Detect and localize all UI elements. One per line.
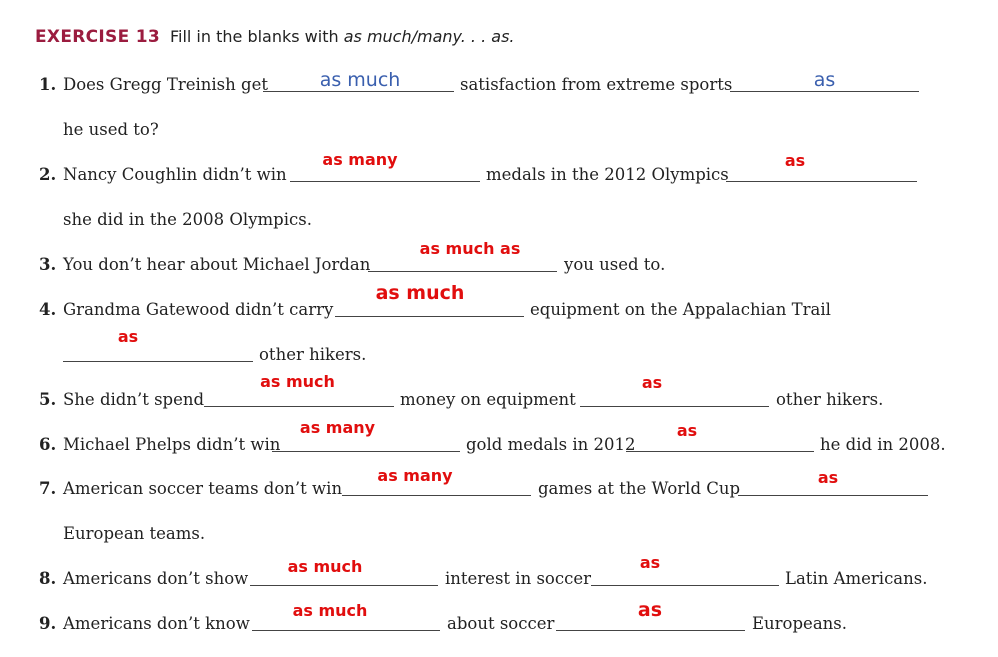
answer-6a: as many [299,418,376,437]
item-text-b: equipment on the Appalachian Trail [530,300,831,319]
item-number: 6. [39,435,57,454]
answer-1a: as much [319,69,401,91]
answer-7b: as [817,468,839,487]
item-text-a: Americans don’t know [63,614,250,633]
answer-4a: as much [375,282,465,304]
item-text-c: other hikers. [776,390,884,409]
item-text-cont: European teams. [63,524,206,543]
item-7-continuation: European teams. [0,521,998,547]
answer-1b: as [813,69,836,91]
answer-2a: as many [322,150,398,169]
answer-6b: as [676,421,698,440]
item-4-continuation: other hikers. [0,342,998,368]
exercise-instruction: Fill in the blanks with as much/many. . … [170,27,515,46]
exercise-heading: EXERCISE 13 Fill in the blanks with as m… [35,27,515,53]
item-text-b: gold medals in 2012 [466,435,636,454]
answer-blank-2[interactable] [580,387,769,407]
item-2: 2. Nancy Coughlin didn’t win medals in t… [0,162,998,188]
item-number: 7. [39,479,57,498]
item-text-a: Nancy Coughlin didn’t win [63,165,287,184]
item-number: 9. [39,614,57,633]
item-text-b: medals in the 2012 Olympics [486,165,729,184]
item-text-b: money on equipment [400,390,576,409]
item-1-continuation: he used to? [0,117,998,143]
answer-9b: as [637,599,663,621]
item-number: 8. [39,569,57,588]
item-8: 8. Americans don’t show interest in socc… [0,566,998,592]
answer-blank-2[interactable] [63,342,253,362]
item-text-a: Americans don’t show [63,569,249,588]
answer-blank-2[interactable] [626,432,814,452]
item-2-continuation: she did in the 2008 Olympics. [0,207,998,233]
answer-4b: as [117,327,139,346]
item-number: 5. [39,390,57,409]
item-text-c: Europeans. [752,614,847,633]
item-text-a: You don’t hear about Michael Jordan [63,255,371,274]
item-5: 5. She didn’t spend money on equipment o… [0,387,998,413]
item-9: 9. Americans don’t know about soccer Eur… [0,611,998,637]
item-text-a: Does Gregg Treinish get [63,75,268,94]
item-text-a: She didn’t spend [63,390,205,409]
item-text-cont: she did in the 2008 Olympics. [63,210,312,229]
item-text-b: satisfaction from extreme sports [460,75,733,94]
item-text-b: games at the World Cup [538,479,741,498]
instruction-italic: as much/many. . . as. [343,27,515,46]
item-text-b: you used to. [564,255,666,274]
answer-5b: as [641,373,663,392]
item-number: 4. [39,300,57,319]
answer-8b: as [639,553,661,572]
instruction-prefix: Fill in the blanks with [169,27,344,46]
item-6: 6. Michael Phelps didn’t win gold medals… [0,432,998,458]
exercise-label: EXERCISE 13 [35,27,160,47]
item-text-a: Michael Phelps didn’t win [63,435,281,454]
item-text-b: interest in soccer [445,569,591,588]
item-text-b: about soccer [447,614,555,633]
item-7: 7. American soccer teams don’t win games… [0,476,998,502]
item-text-a: Grandma Gatewood didn’t carry [63,300,334,319]
item-number: 1. [39,75,57,94]
item-text-c: Latin Americans. [785,569,928,588]
item-text-c: he did in 2008. [820,435,946,454]
answer-9a: as much [292,601,368,620]
answer-8a: as much [287,557,363,576]
answer-3a: as much as [419,239,521,258]
item-4: 4. Grandma Gatewood didn’t carry equipme… [0,297,998,323]
item-number: 2. [39,165,57,184]
item-text-cont: he used to? [63,120,159,139]
item-text-cont: other hikers. [259,345,367,364]
answer-blank-2[interactable] [591,566,779,586]
answer-blank-2[interactable] [726,162,917,182]
answer-7a: as many [377,466,453,485]
answer-2b: as [784,151,806,170]
item-text-a: American soccer teams don’t win [63,479,343,498]
item-number: 3. [39,255,57,274]
answer-5a: as much [260,372,335,391]
